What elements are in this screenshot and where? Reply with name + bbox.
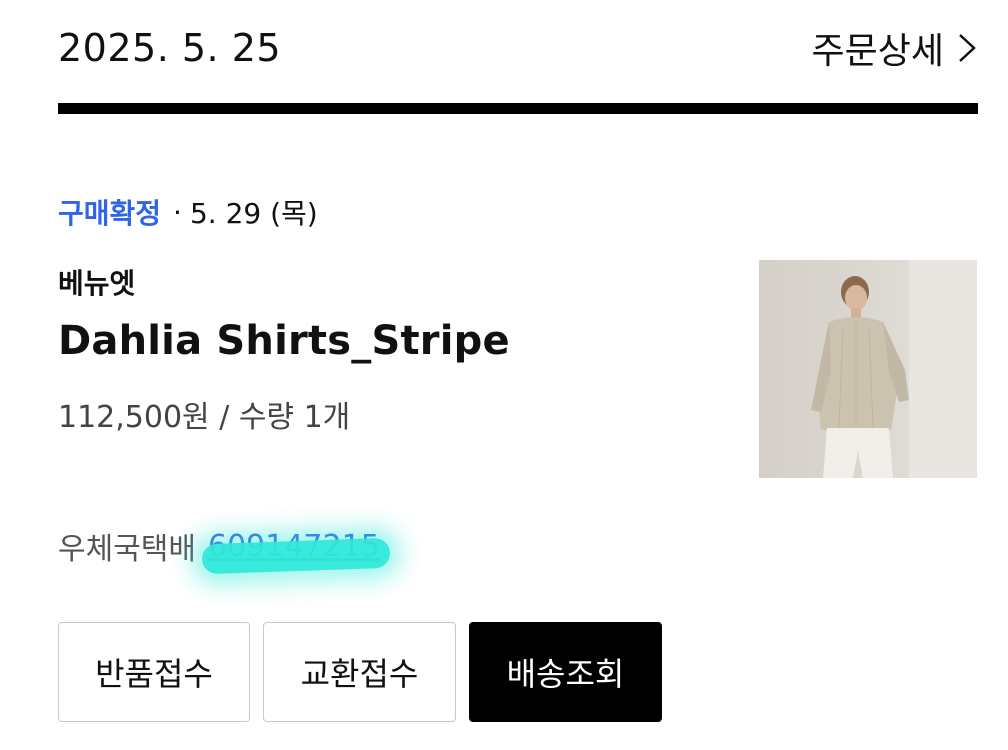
order-detail-label: 주문상세 [811,31,944,72]
status-badge: 구매확정 [58,197,162,230]
price-quantity: 112,500원 / 수량 1개 [58,400,351,435]
order-date: 2025. 5. 25 [58,26,282,70]
brand-name[interactable]: 베뉴엣 [58,262,135,302]
status-date: 5. 29 (목) [189,197,318,230]
status-separator: · [173,195,182,229]
shipping-info: 우체국택배 609147215 [58,524,391,574]
order-detail-link[interactable]: 주문상세 [812,22,978,74]
tracking-wrapper: 609147215 [201,529,391,574]
header-divider [58,103,978,114]
order-header: 2025. 5. 25 주문상세 [58,18,978,78]
redaction-mark [201,537,391,574]
exchange-request-button[interactable]: 교환접수 [263,622,456,722]
product-thumbnail[interactable] [759,260,977,478]
courier-name: 우체국택배 [58,532,196,567]
return-request-button[interactable]: 반품접수 [58,622,250,722]
product-photo [759,260,977,478]
chevron-right-icon [959,34,976,62]
order-status-line: 구매확정 · 5. 29 (목) [58,192,318,232]
track-delivery-button[interactable]: 배송조회 [469,622,662,722]
product-name[interactable]: Dahlia Shirts_Stripe [58,318,510,364]
